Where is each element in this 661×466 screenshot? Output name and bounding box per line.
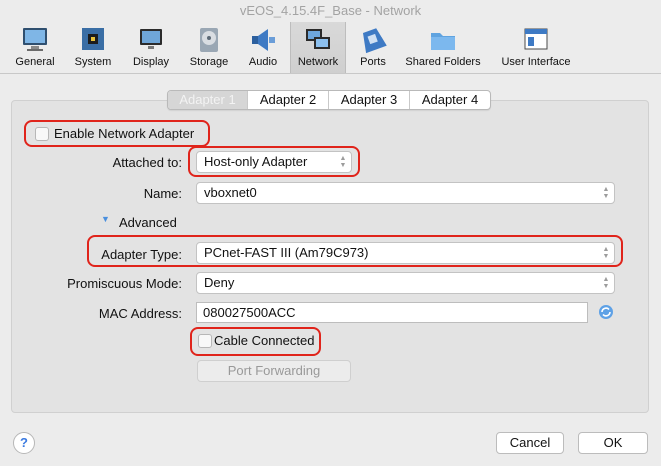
toolbar-label: General xyxy=(15,56,55,68)
toolbar-label: Storage xyxy=(189,56,229,68)
promiscuous-mode-value: Deny xyxy=(204,275,235,290)
display-icon xyxy=(140,29,162,49)
mac-address-input[interactable]: 080027500ACC xyxy=(196,302,588,323)
advanced-label[interactable]: Advanced xyxy=(119,215,177,230)
ok-button[interactable]: OK xyxy=(578,432,648,454)
window-title: vEOS_4.15.4F_Base - Network xyxy=(239,3,422,18)
toolbar-user-interface[interactable]: User Interface xyxy=(494,22,578,73)
toolbar-network[interactable]: Network xyxy=(290,22,346,73)
name-value: vboxnet0 xyxy=(204,185,257,200)
toolbar-label: Ports xyxy=(360,56,386,68)
network-icon xyxy=(306,29,330,49)
adapter-type-select[interactable]: PCnet-FAST III (Am79C973) ▲ ▼ xyxy=(196,242,615,264)
settings-toolbar: General System Display Storage Audio Net… xyxy=(0,22,661,74)
toolbar-label: System xyxy=(74,56,112,68)
cable-connected-checkbox[interactable] xyxy=(198,334,212,348)
toolbar-label: Display xyxy=(132,56,170,68)
cable-connected-label: Cable Connected xyxy=(214,333,315,348)
toolbar-label: Shared Folders xyxy=(405,56,481,68)
adapter-type-value: PCnet-FAST III (Am79C973) xyxy=(204,245,369,260)
adapter-tabs: Adapter 1 Adapter 2 Adapter 3 Adapter 4 xyxy=(167,90,491,110)
toolbar-label: Audio xyxy=(248,56,278,68)
folder-icon xyxy=(431,33,455,50)
monitor-icon xyxy=(23,28,47,51)
refresh-icon[interactable] xyxy=(598,304,614,320)
tab-adapter-4[interactable]: Adapter 4 xyxy=(409,91,490,109)
name-label: Name: xyxy=(143,186,182,201)
speaker-icon xyxy=(252,29,275,51)
tab-adapter-2[interactable]: Adapter 2 xyxy=(247,91,328,109)
toolbar-audio[interactable]: Audio xyxy=(238,22,288,73)
attached-to-select[interactable]: Host-only Adapter ▲ ▼ xyxy=(196,151,352,173)
updown-arrows-icon: ▲ ▼ xyxy=(602,276,610,290)
cancel-button[interactable]: Cancel xyxy=(496,432,564,454)
tab-adapter-1[interactable]: Adapter 1 xyxy=(168,91,247,109)
window-icon xyxy=(524,28,548,50)
promiscuous-mode-select[interactable]: Deny ▲ ▼ xyxy=(196,272,615,294)
toolbar-general[interactable]: General xyxy=(6,22,64,73)
name-select[interactable]: vboxnet0 ▲ ▼ xyxy=(196,182,615,204)
chip-icon xyxy=(82,28,104,50)
tab-adapter-3[interactable]: Adapter 3 xyxy=(328,91,409,109)
updown-arrows-icon: ▲ ▼ xyxy=(602,186,610,200)
toolbar-label: User Interface xyxy=(501,56,571,68)
mac-address-label: MAC Address: xyxy=(98,306,182,321)
promiscuous-mode-label: Promiscuous Mode: xyxy=(67,276,182,291)
enable-adapter-label: Enable Network Adapter xyxy=(54,126,195,141)
ports-icon xyxy=(363,28,387,54)
help-button[interactable]: ? xyxy=(13,432,35,454)
updown-arrows-icon: ▲ ▼ xyxy=(602,246,610,260)
attached-to-label: Attached to: xyxy=(112,155,182,170)
toolbar-storage[interactable]: Storage xyxy=(182,22,236,73)
updown-arrows-icon: ▲ ▼ xyxy=(339,155,347,169)
disk-icon xyxy=(200,28,218,52)
toolbar-shared-folders[interactable]: Shared Folders xyxy=(400,22,486,73)
disclosure-triangle-icon[interactable]: ▼ xyxy=(101,214,110,224)
toolbar-ports[interactable]: Ports xyxy=(348,22,398,73)
toolbar-label: Network xyxy=(297,56,339,68)
toolbar-system[interactable]: System xyxy=(66,22,120,73)
toolbar-display[interactable]: Display xyxy=(124,22,178,73)
attached-to-value: Host-only Adapter xyxy=(204,154,308,169)
enable-adapter-checkbox[interactable] xyxy=(35,127,49,141)
adapter-type-label: Adapter Type: xyxy=(101,247,182,262)
settings-window: vEOS_4.15.4F_Base - Network General Syst… xyxy=(0,0,661,466)
port-forwarding-button[interactable]: Port Forwarding xyxy=(197,360,351,382)
